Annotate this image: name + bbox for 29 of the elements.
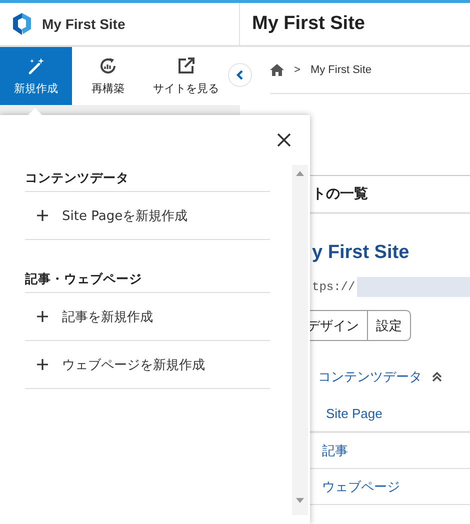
- menu-item-label: Site Pageを新規作成: [62, 208, 188, 224]
- logo-icon: [10, 12, 34, 36]
- plus-icon: [37, 359, 48, 370]
- home-icon[interactable]: [270, 64, 284, 76]
- scroll-up-icon[interactable]: [296, 171, 304, 176]
- menu-item-label: 記事を新規作成: [62, 308, 153, 326]
- tree-link[interactable]: コンテンツデータ: [318, 368, 422, 386]
- plus-icon: [37, 311, 48, 322]
- collapse-button[interactable]: [228, 63, 252, 87]
- tree-link[interactable]: Site Page: [326, 406, 382, 420]
- tree-link[interactable]: 記事: [322, 442, 348, 460]
- breadcrumb-separator: >: [294, 64, 300, 76]
- double-chevron-up-icon[interactable]: [432, 372, 442, 382]
- scroll-down-icon[interactable]: [296, 498, 304, 503]
- page-title: My First Site: [251, 12, 365, 36]
- refresh-chart-icon: [99, 56, 117, 74]
- wand-icon: [27, 56, 45, 74]
- menu-item-label: ウェブページを新規作成: [62, 356, 205, 374]
- chevron-left-icon: [236, 70, 244, 80]
- segment-button[interactable]: 設定: [368, 310, 411, 341]
- external-link-icon: [177, 56, 195, 74]
- close-button[interactable]: [276, 132, 292, 148]
- site-url: tps://: [312, 280, 356, 294]
- site-name: My First Site: [42, 16, 126, 32]
- breadcrumb-link[interactable]: My First Site: [310, 64, 372, 76]
- site-title: y First Site: [312, 242, 410, 264]
- tree-link[interactable]: ウェブページ: [322, 478, 400, 496]
- plus-icon: [37, 210, 48, 221]
- toolbar-button[interactable]: 新規作成: [0, 47, 72, 105]
